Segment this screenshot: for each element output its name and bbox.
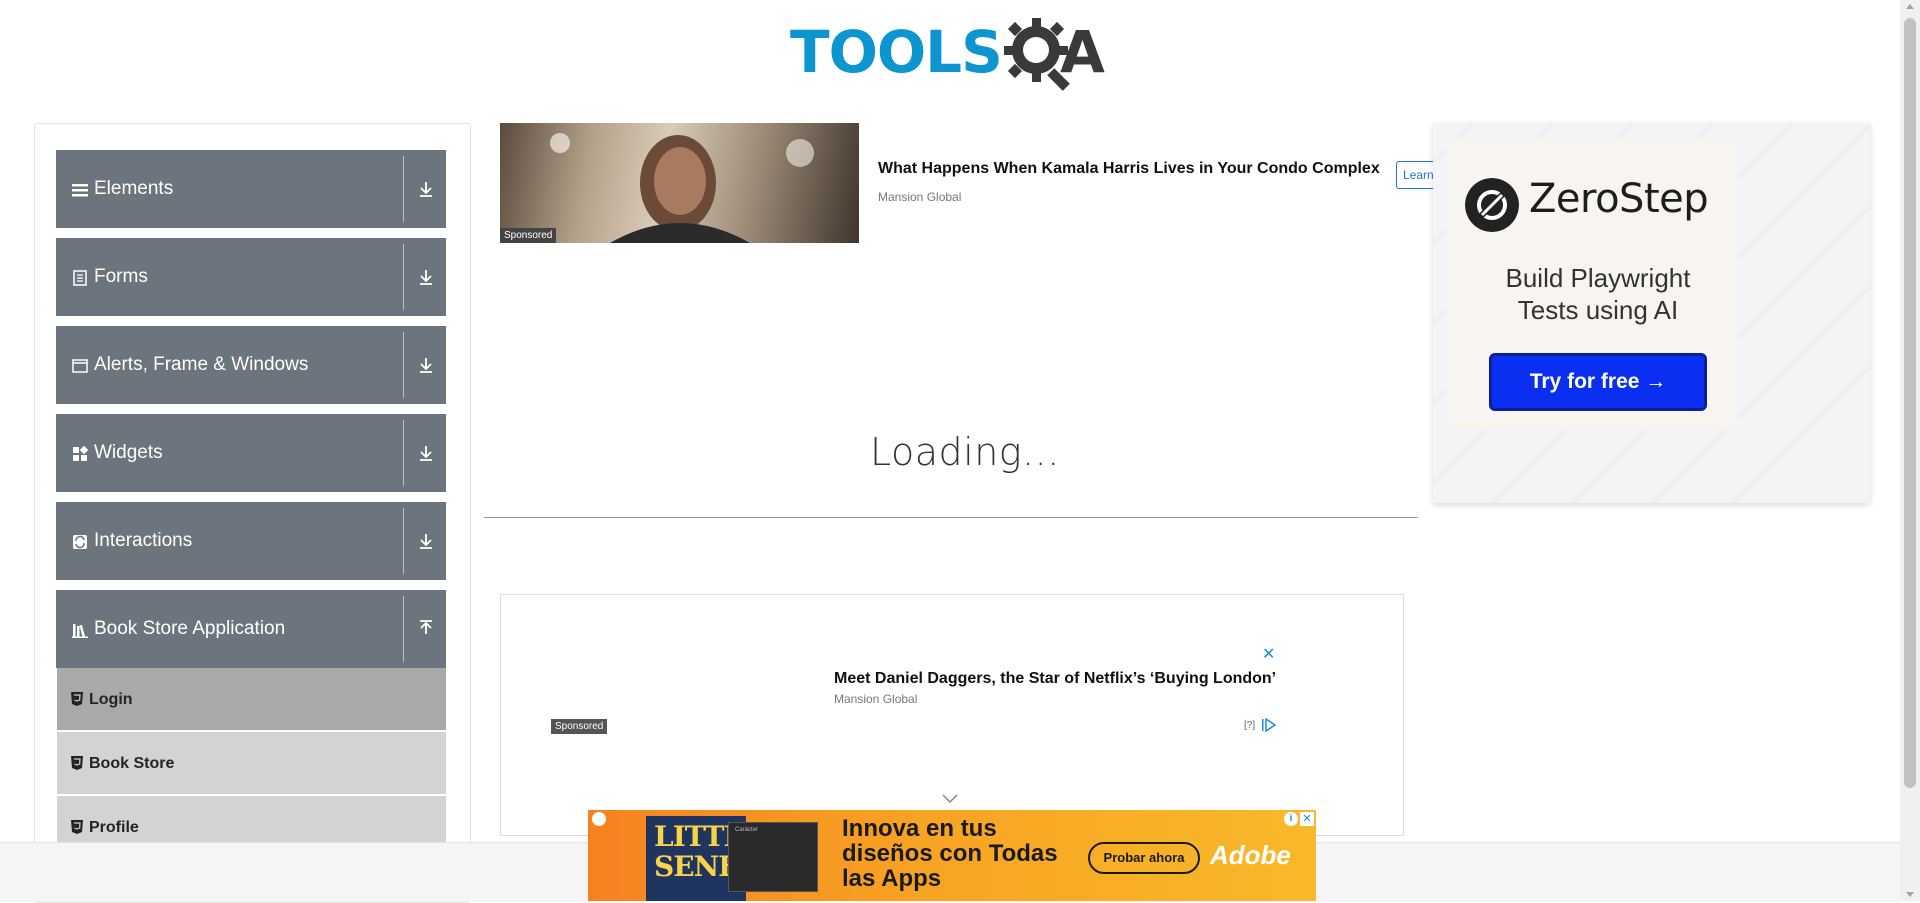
divider [403, 156, 404, 222]
html5-shield-icon [71, 692, 83, 706]
nav-group-elements[interactable]: Elements [56, 150, 446, 228]
logo-text-a: A [1060, 18, 1105, 86]
books-icon [72, 624, 88, 638]
ad-bottom-headline: Innova en tus diseños con Todas las Apps [842, 815, 1058, 892]
adchoices-icon[interactable] [592, 812, 606, 826]
divider [403, 596, 404, 662]
ad-top-source: Mansion Global [878, 190, 962, 204]
nav-group-alerts-frame-windows[interactable]: Alerts, Frame & Windows [56, 326, 446, 404]
panel-title: Carácter [735, 827, 759, 833]
upload-arrow-icon[interactable] [416, 619, 436, 639]
nav-group-label: Elements [94, 178, 174, 199]
adobe-logo: Adobe [1210, 840, 1291, 870]
menu-item-label: Book Store [89, 755, 175, 772]
ad-tagline-line1: Build Playwright [1505, 263, 1691, 293]
close-icon[interactable]: ✕ [1300, 812, 1314, 826]
page-scrollbar[interactable] [1900, 0, 1920, 901]
probar-ahora-button[interactable]: Probar ahora [1088, 842, 1200, 874]
chevron-down-icon[interactable] [942, 794, 958, 804]
zerostep-brand: ZeroStep [1529, 176, 1709, 222]
horizontal-divider [484, 517, 1418, 518]
download-arrow-icon[interactable] [416, 267, 436, 287]
info-icon[interactable]: i [1284, 812, 1298, 826]
divider [403, 332, 404, 398]
zerostep-logo-icon [1465, 178, 1519, 232]
scrollbar-thumb[interactable] [1904, 18, 1916, 788]
menu-item-login[interactable]: Login [57, 668, 446, 730]
window-icon [72, 359, 88, 373]
sponsored-label: Sponsored [500, 228, 557, 243]
download-arrow-icon[interactable] [416, 179, 436, 199]
ad-help-link[interactable]: [?] [1244, 720, 1255, 731]
refresh-square-icon [73, 535, 87, 549]
html5-shield-icon [71, 756, 83, 770]
nav-group-label: Widgets [94, 442, 163, 463]
ad-top-image[interactable]: Sponsored [500, 123, 859, 243]
try-for-free-button[interactable]: Try for free → [1489, 353, 1707, 411]
widgets-grid-icon [73, 446, 88, 461]
document-icon [73, 270, 87, 286]
nav-group-interactions[interactable]: Interactions [56, 502, 446, 580]
ad-bottom-adobe[interactable]: LITTLE SENEGAL Carácter Innova en tus di… [588, 810, 1316, 901]
site-header: TOOLS A [0, 0, 1900, 100]
left-nav-panel: Elements Forms Alerts, Frame & Windows W… [34, 123, 471, 903]
ad-middle-title[interactable]: Meet Daniel Daggers, the Star of Netflix… [834, 670, 1276, 688]
nav-group-forms[interactable]: Forms [56, 238, 446, 316]
nav-group-widgets[interactable]: Widgets [56, 414, 446, 492]
portrait-photo [550, 133, 814, 243]
nav-group-label: Book Store Application [94, 618, 286, 639]
close-icon[interactable]: ✕ [1262, 644, 1275, 664]
ad-top-title[interactable]: What Happens When Kamala Harris Lives in… [878, 160, 1380, 178]
scroll-down-arrow-icon[interactable] [1906, 892, 1914, 897]
loading-indicator: Loading... [870, 430, 1060, 474]
menu-item-book-store[interactable]: Book Store [57, 732, 446, 794]
divider [403, 244, 404, 310]
download-arrow-icon[interactable] [416, 531, 436, 551]
adchoices-play-icon[interactable] [1262, 718, 1276, 732]
html5-shield-icon [71, 820, 83, 834]
ad-app-panel-image: Carácter [728, 822, 818, 892]
ad-tagline-line2: Tests using AI [1517, 295, 1679, 325]
logo-text-tools: TOOLS [790, 18, 1003, 86]
hamburger-icon [72, 184, 88, 197]
toolsqa-logo[interactable]: TOOLS A [790, 14, 1115, 92]
download-arrow-icon[interactable] [416, 355, 436, 375]
divider [403, 508, 404, 574]
nav-group-label: Alerts, Frame & Windows [94, 354, 309, 375]
download-arrow-icon[interactable] [416, 443, 436, 463]
nav-group-label: Interactions [94, 530, 193, 551]
menu-item-label: Login [89, 691, 133, 708]
divider [403, 420, 404, 486]
nav-group-label: Forms [94, 266, 148, 287]
scroll-up-arrow-icon[interactable] [1906, 4, 1914, 9]
sponsored-label: Sponsored [551, 719, 608, 734]
ad-middle-source: Mansion Global [834, 692, 918, 706]
ad-right-zerostep[interactable]: ZeroStep Build Playwright Tests using AI… [1433, 123, 1870, 503]
nav-group-book-store-application[interactable]: Book Store Application [56, 590, 446, 668]
